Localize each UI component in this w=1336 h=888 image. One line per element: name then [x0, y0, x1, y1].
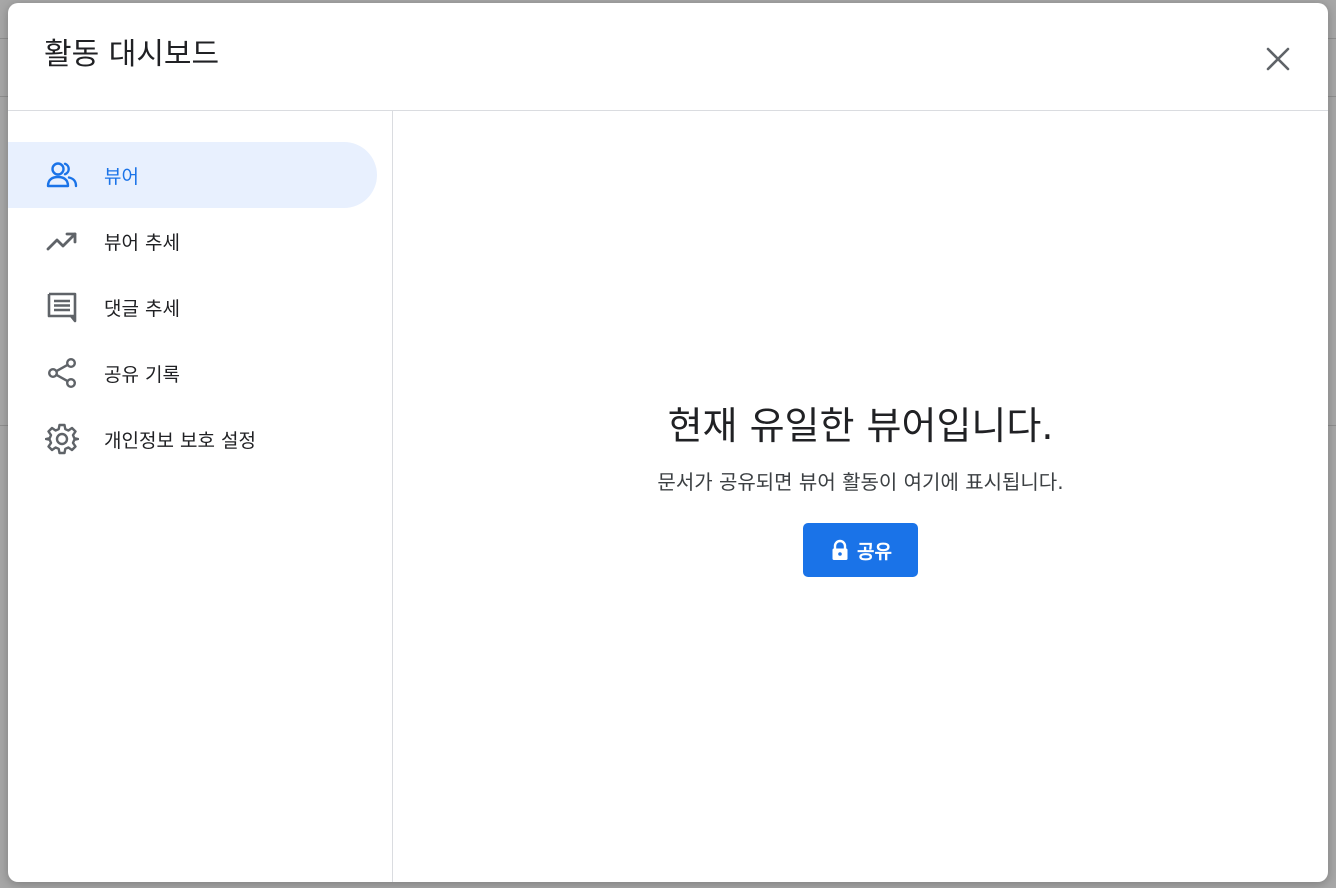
sidebar-item-viewer-trends[interactable]: 뷰어 추세: [8, 208, 377, 274]
sidebar-item-label: 공유 기록: [104, 363, 180, 386]
sidebar-item-privacy-settings[interactable]: 개인정보 보호 설정: [8, 406, 377, 472]
empty-state-title: 현재 유일한 뷰어입니다.: [667, 404, 1054, 448]
sidebar-item-label: 뷰어: [104, 165, 139, 188]
share-button-label: 공유: [857, 540, 892, 563]
sidebar-item-label: 댓글 추세: [104, 297, 180, 320]
sidebar-item-label: 개인정보 보호 설정: [104, 429, 256, 452]
close-button[interactable]: [1258, 39, 1298, 79]
sidebar-item-comment-trends[interactable]: 댓글 추세: [8, 274, 377, 340]
sidebar-item-label: 뷰어 추세: [104, 231, 180, 254]
share-button[interactable]: 공유: [803, 523, 918, 577]
dialog-title: 활동 대시보드: [44, 37, 220, 72]
gear-icon: [44, 421, 80, 457]
main-content: 현재 유일한 뷰어입니다. 문서가 공유되면 뷰어 활동이 여기에 표시됩니다.…: [393, 111, 1328, 882]
empty-state-subtitle: 문서가 공유되면 뷰어 활동이 여기에 표시됩니다.: [657, 470, 1064, 494]
sidebar-item-share-history[interactable]: 공유 기록: [8, 340, 377, 406]
sidebar: 뷰어 뷰어 추세 댓글 추세 공유 기록 개인정보 보호 설정: [8, 111, 393, 882]
activity-dashboard-dialog: 활동 대시보드 뷰어 뷰어 추세 댓글 추세 공유 기록 개인정보 보호 설정 …: [8, 3, 1328, 882]
sidebar-item-viewers[interactable]: 뷰어: [8, 142, 377, 208]
lock-icon: [829, 539, 851, 561]
trending-up-icon: [44, 223, 80, 259]
share-icon: [44, 355, 80, 391]
people-icon: [44, 157, 80, 193]
empty-state: 현재 유일한 뷰어입니다. 문서가 공유되면 뷰어 활동이 여기에 표시됩니다.…: [393, 401, 1328, 577]
close-icon: [1266, 47, 1290, 71]
sidebar-nav: 뷰어 뷰어 추세 댓글 추세 공유 기록 개인정보 보호 설정: [8, 142, 377, 472]
comment-icon: [44, 289, 80, 325]
dialog-header: 활동 대시보드: [8, 3, 1328, 111]
